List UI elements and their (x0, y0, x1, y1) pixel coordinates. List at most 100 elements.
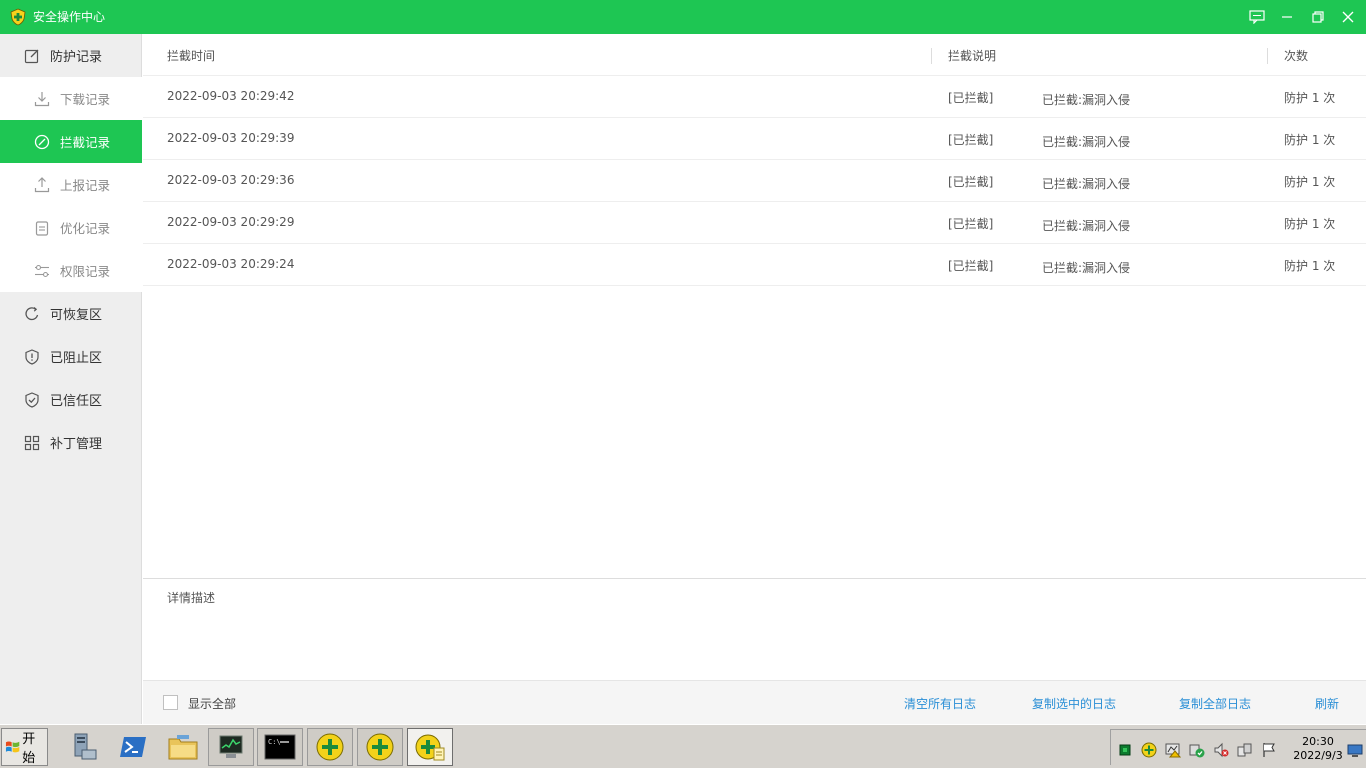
taskbar-powershell[interactable] (110, 728, 156, 766)
taskbar: 开始 C:\ 20:30 2022/9/3 (0, 724, 1366, 768)
task-manager-icon (219, 735, 243, 758)
network-warning-icon[interactable] (1165, 742, 1181, 758)
taskbar-task-manager[interactable] (208, 728, 254, 766)
row-count: 防护 1 次 (1284, 133, 1336, 147)
window-title: 安全操作中心 (33, 10, 106, 24)
copy-selected-logs-link[interactable]: 复制选中的日志 (1032, 695, 1116, 712)
row-count: 防护 1 次 (1284, 91, 1336, 105)
volume-muted-icon[interactable] (1213, 742, 1229, 758)
taskbar-command-prompt[interactable]: C:\ (257, 728, 303, 766)
row-time: 2022-09-03 20:29:39 (167, 131, 295, 145)
block-icon (34, 134, 50, 149)
clipboard-icon (35, 220, 49, 236)
taskbar-security-app[interactable] (307, 728, 353, 766)
copy-all-logs-link[interactable]: 复制全部日志 (1179, 695, 1251, 712)
row-tag: [已拦截] (948, 133, 994, 147)
sidebar-item-blocked-zone[interactable]: 已阻止区 (0, 335, 142, 378)
row-tag: [已拦截] (948, 259, 994, 273)
title-bar: 安全操作中心 (0, 0, 1366, 34)
clock[interactable]: 20:30 2022/9/3 (1283, 735, 1353, 763)
folder-icon (168, 735, 198, 760)
clear-all-logs-link[interactable]: 清空所有日志 (904, 695, 976, 712)
column-header-description[interactable]: 拦截说明 (948, 47, 996, 64)
windows-logo-icon (5, 741, 20, 753)
column-header-time[interactable]: 拦截时间 (167, 47, 215, 64)
network-icon[interactable] (1237, 742, 1253, 758)
chip-icon[interactable] (1117, 742, 1133, 758)
refresh-icon (25, 306, 39, 320)
sidebar-item-trusted-zone[interactable]: 已信任区 (0, 378, 142, 421)
sidebar-item-block-records[interactable]: 拦截记录 (0, 120, 142, 163)
row-tag: [已拦截] (948, 175, 994, 189)
row-description: 已拦截:漏洞入侵 (1042, 93, 1131, 107)
sidebar-item-report-records[interactable]: 上报记录 (0, 163, 142, 206)
security-plus-icon (316, 733, 344, 761)
column-divider (931, 48, 932, 64)
row-time: 2022-09-03 20:29:42 (167, 89, 295, 103)
taskbar-server-manager[interactable] (60, 728, 106, 766)
taskbar-security-center-active[interactable] (407, 728, 453, 766)
svg-text:C:\: C:\ (268, 738, 281, 746)
refresh-link[interactable]: 刷新 (1315, 695, 1339, 712)
close-button[interactable] (1333, 0, 1363, 34)
download-icon (34, 91, 50, 106)
sidebar-item-label: 拦截记录 (60, 135, 111, 150)
close-icon (1342, 11, 1354, 23)
minimize-button[interactable] (1272, 0, 1302, 34)
detail-label: 详情描述 (167, 591, 216, 605)
row-description: 已拦截:漏洞入侵 (1042, 177, 1131, 191)
row-tag: [已拦截] (948, 91, 994, 105)
feedback-button[interactable] (1242, 0, 1272, 34)
security-center-icon (415, 734, 445, 761)
row-count: 防护 1 次 (1284, 175, 1336, 189)
sidebar-item-label: 权限记录 (60, 264, 111, 279)
table-row[interactable]: 2022-09-03 20:29:39 [已拦截] 已拦截:漏洞入侵 防护 1 … (143, 118, 1366, 160)
sidebar-item-protection-records[interactable]: 防护记录 (0, 34, 142, 77)
flag-icon[interactable] (1261, 742, 1277, 758)
sidebar-item-recoverable-zone[interactable]: 可恢复区 (0, 292, 142, 335)
sidebar-item-label: 上报记录 (60, 178, 111, 193)
row-description: 已拦截:漏洞入侵 (1042, 219, 1131, 233)
grid-icon (24, 435, 40, 450)
start-button[interactable]: 开始 (1, 728, 48, 766)
sidebar-item-label: 可恢复区 (50, 308, 103, 323)
detail-panel: 详情描述 (143, 578, 1366, 680)
sidebar-item-permission-records[interactable]: 权限记录 (0, 249, 142, 292)
row-description: 已拦截:漏洞入侵 (1042, 135, 1131, 149)
command-prompt-icon: C:\ (264, 734, 296, 760)
sidebar-item-label: 下载记录 (60, 92, 111, 107)
minimize-icon (1282, 16, 1292, 18)
security-tray-icon[interactable] (1141, 742, 1157, 758)
sidebar-item-label: 已信任区 (50, 394, 103, 409)
row-time: 2022-09-03 20:29:29 (167, 215, 295, 229)
sidebar-item-label: 优化记录 (60, 221, 111, 236)
restore-button[interactable] (1303, 0, 1333, 34)
upload-icon (34, 176, 50, 192)
system-tray: 20:30 2022/9/3 (1110, 729, 1366, 765)
show-desktop-icon[interactable] (1347, 742, 1363, 758)
column-header-count[interactable]: 次数 (1284, 47, 1308, 64)
table-row[interactable]: 2022-09-03 20:29:29 [已拦截] 已拦截:漏洞入侵 防护 1 … (143, 202, 1366, 244)
row-count: 防护 1 次 (1284, 217, 1336, 231)
start-label: 开始 (22, 732, 36, 766)
shield-check-icon (25, 391, 39, 408)
log-table: 拦截时间 拦截说明 次数 2022-09-03 20:29:42 [已拦截] 已… (143, 34, 1366, 578)
action-center-icon[interactable] (1189, 742, 1205, 758)
clock-date: 2022/9/3 (1293, 749, 1343, 762)
table-row[interactable]: 2022-09-03 20:29:24 [已拦截] 已拦截:漏洞入侵 防护 1 … (143, 244, 1366, 286)
sidebar-item-patch-management[interactable]: 补丁管理 (0, 421, 142, 464)
column-divider (1267, 48, 1268, 64)
sidebar-item-download-records[interactable]: 下载记录 (0, 77, 142, 120)
table-row[interactable]: 2022-09-03 20:29:42 [已拦截] 已拦截:漏洞入侵 防护 1 … (143, 76, 1366, 118)
taskbar-file-explorer[interactable] (160, 728, 206, 766)
row-count: 防护 1 次 (1284, 259, 1336, 273)
powershell-icon (120, 737, 146, 757)
taskbar-security-app-2[interactable] (357, 728, 403, 766)
security-plus-icon (366, 733, 394, 761)
sliders-icon (35, 264, 49, 277)
show-all-checkbox[interactable] (163, 695, 178, 710)
table-row[interactable]: 2022-09-03 20:29:36 [已拦截] 已拦截:漏洞入侵 防护 1 … (143, 160, 1366, 202)
sidebar-item-optimize-records[interactable]: 优化记录 (0, 206, 142, 249)
show-all-label[interactable]: 显示全部 (188, 695, 236, 712)
row-time: 2022-09-03 20:29:24 (167, 257, 295, 271)
